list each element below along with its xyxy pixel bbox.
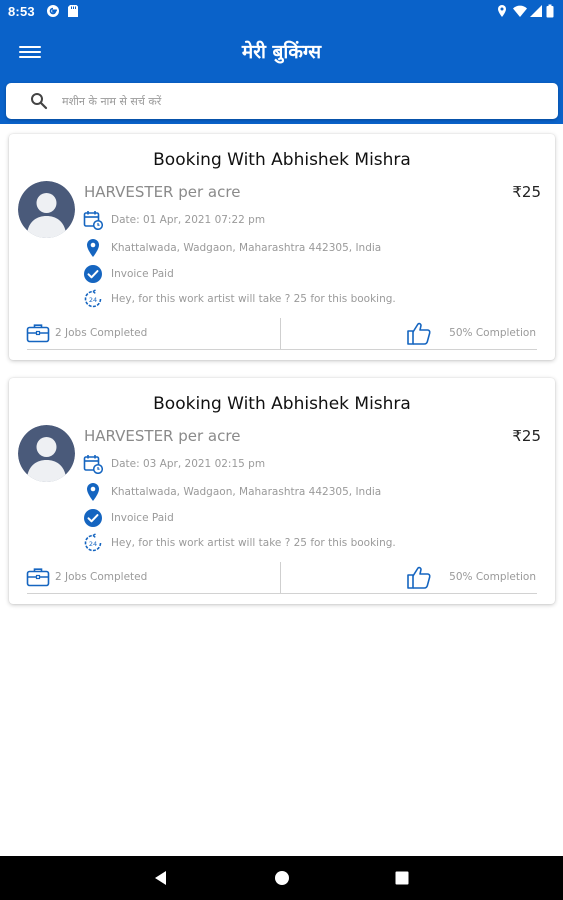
booking-card[interactable]: Booking With Abhishek Mishra HARVESTER p… <box>9 134 555 360</box>
booking-date: Date: 01 Apr, 2021 07:22 pm <box>111 214 266 226</box>
clock-24h-icon: 24 <box>84 289 102 308</box>
booking-date: Date: 03 Apr, 2021 02:15 pm <box>111 458 266 470</box>
back-icon[interactable] <box>150 867 172 889</box>
jobs-completed-label: 2 Jobs Completed <box>55 571 148 583</box>
wifi-icon <box>513 5 527 18</box>
map-pin-icon <box>87 483 99 501</box>
thumbs-up-icon <box>407 566 431 589</box>
completion-label: 50% Completion <box>449 327 536 339</box>
check-circle-icon <box>84 265 102 283</box>
home-icon[interactable] <box>271 867 293 889</box>
booking-title: Booking With Abhishek Mishra <box>153 394 411 414</box>
clock-24h-icon: 24 <box>84 533 102 552</box>
location-icon <box>498 5 506 17</box>
thumbs-up-icon <box>407 322 431 345</box>
page-title: मेरी बुकिंग्स <box>241 41 322 63</box>
app-screen: 8:53 मेरी बुकिंग्स मशीन के नाम से सर्च क… <box>0 0 563 900</box>
calendar-icon <box>83 455 103 474</box>
status-time: 8:53 <box>8 4 35 19</box>
briefcase-icon <box>26 568 50 587</box>
booking-title: Booking With Abhishek Mishra <box>153 150 411 170</box>
header: 8:53 मेरी बुकिंग्स <box>0 0 563 124</box>
calendar-icon <box>83 211 103 230</box>
avatar <box>18 425 75 482</box>
booking-address: Khattalwada, Wadgaon, Maharashtra 442305… <box>111 242 382 254</box>
google-g-icon <box>47 5 59 17</box>
briefcase-icon <box>26 324 50 343</box>
service-name: HARVESTER per acre <box>84 427 241 445</box>
service-name: HARVESTER per acre <box>84 183 241 201</box>
avatar <box>18 181 75 238</box>
user-avatar-icon <box>18 181 75 238</box>
invoice-status: Invoice Paid <box>111 512 174 524</box>
booking-card[interactable]: Booking With Abhishek Mishra HARVESTER p… <box>9 378 555 604</box>
booking-price: ₹25 <box>512 427 541 445</box>
status-bar: 8:53 <box>0 0 563 24</box>
booking-address: Khattalwada, Wadgaon, Maharashtra 442305… <box>111 486 382 498</box>
eta-message: Hey, for this work artist will take ? 25… <box>111 293 396 305</box>
footer-divider <box>280 318 281 350</box>
completion-status: 50% Completion <box>406 564 536 590</box>
completion-label: 50% Completion <box>449 571 536 583</box>
footer-underline <box>27 593 537 594</box>
signal-icon <box>530 5 542 17</box>
system-nav-bar <box>0 856 563 900</box>
footer-divider <box>280 562 281 594</box>
search-icon[interactable] <box>30 92 48 110</box>
svg-text:24: 24 <box>89 296 97 304</box>
invoice-status: Invoice Paid <box>111 268 174 280</box>
recents-icon[interactable] <box>391 867 413 889</box>
check-circle-icon <box>84 509 102 527</box>
jobs-completed-label: 2 Jobs Completed <box>55 327 148 339</box>
battery-icon <box>546 4 554 18</box>
map-pin-icon <box>87 239 99 257</box>
footer-underline <box>27 349 537 350</box>
search-bar[interactable] <box>6 83 558 119</box>
svg-text:24: 24 <box>89 540 97 548</box>
search-input[interactable] <box>62 89 542 113</box>
booking-price: ₹25 <box>512 183 541 201</box>
sd-card-icon <box>68 5 78 17</box>
completion-status: 50% Completion <box>406 320 536 346</box>
eta-message: Hey, for this work artist will take ? 25… <box>111 537 396 549</box>
user-avatar-icon <box>18 425 75 482</box>
